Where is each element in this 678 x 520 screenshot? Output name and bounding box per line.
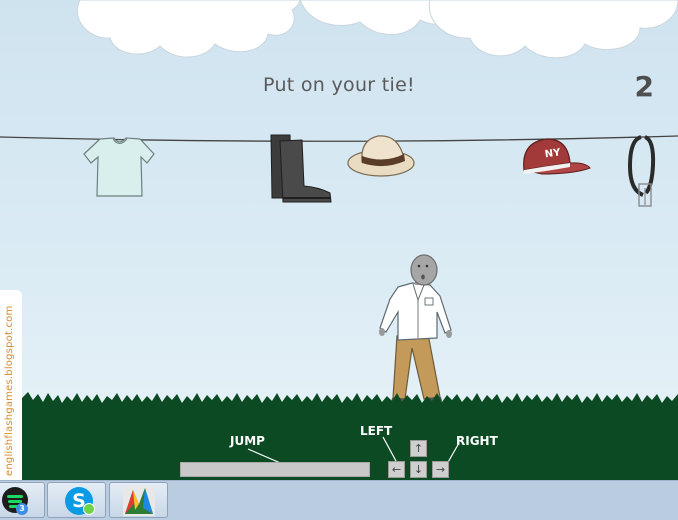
taskbar-button-skype[interactable]: S: [47, 482, 106, 518]
down-arrow-key[interactable]: ↓: [410, 461, 427, 478]
left-label: LEFT: [360, 424, 393, 438]
taskbar-button-spotify[interactable]: 3: [0, 482, 45, 518]
left-arrow-key[interactable]: ←: [388, 461, 405, 478]
right-arrow-key[interactable]: →: [432, 461, 449, 478]
right-label: RIGHT: [456, 434, 498, 448]
taskbar: 3 S: [0, 480, 678, 520]
online-status-dot: [83, 503, 95, 515]
control-pointers: [247, 436, 460, 466]
notification-badge: 3: [16, 503, 28, 515]
avg-antivirus-icon: [123, 486, 155, 516]
up-arrow-key[interactable]: ↑: [410, 440, 427, 457]
taskbar-button-avg[interactable]: [109, 482, 168, 518]
jump-spacebar[interactable]: [180, 462, 370, 477]
